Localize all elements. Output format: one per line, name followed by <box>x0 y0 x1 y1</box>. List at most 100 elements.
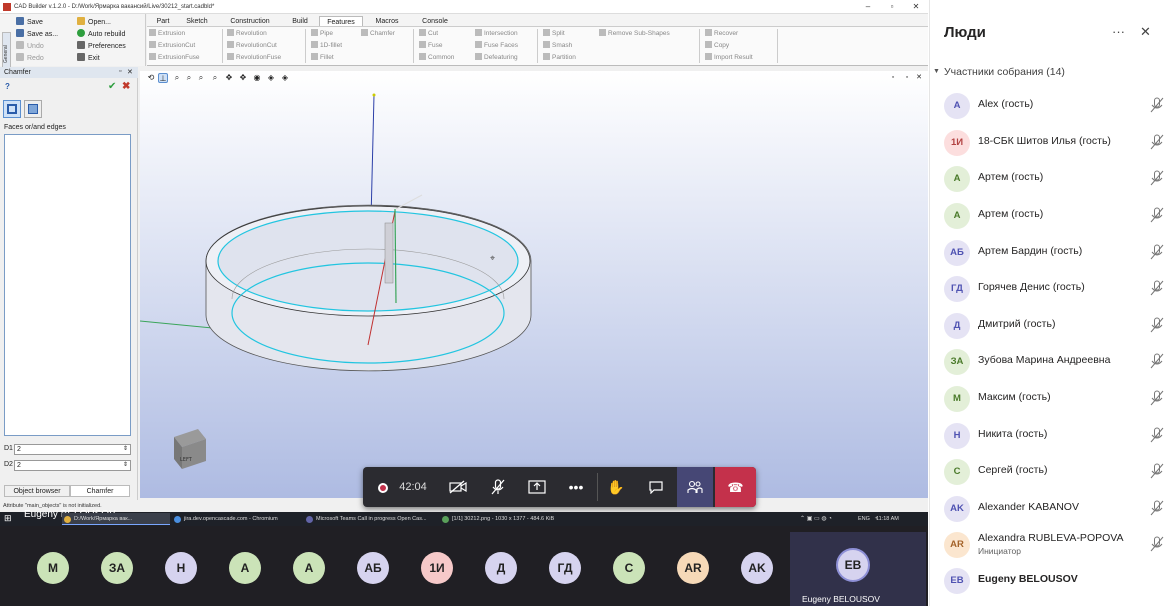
remove-subshapes-button[interactable]: Remove Sub-Shapes <box>599 29 670 39</box>
participant-row[interactable]: AK Alexander KABANOV <box>944 494 1164 522</box>
tray-icons[interactable]: ⌃ ▣ ▭ ◍ ◔ <box>800 512 832 526</box>
more-actions-button[interactable]: ••• <box>561 467 591 507</box>
extrusion-button[interactable]: Extrusion <box>149 29 185 39</box>
iso-view-icon[interactable]: ◈ <box>266 73 276 83</box>
more-options-icon[interactable]: ··· <box>1112 24 1125 39</box>
recover-button[interactable]: Recover <box>705 29 738 39</box>
3d-viewport[interactable]: ⌖ LEFT <box>139 71 928 498</box>
participants-button[interactable] <box>677 467 713 507</box>
panel-close-icon[interactable]: ✕ <box>127 68 133 76</box>
participant-row[interactable]: АБ Артем Бардин (гость) <box>944 238 1164 266</box>
participant-avatar[interactable]: Н <box>165 552 197 584</box>
pan-icon[interactable]: ✥ <box>224 73 234 83</box>
chat-button[interactable] <box>641 467 671 507</box>
participant-avatar[interactable]: С <box>613 552 645 584</box>
revolution-button[interactable]: Revolution <box>227 29 267 39</box>
taskbar-chromium[interactable]: jira.dev.opencascade.com - Chromium <box>172 513 302 525</box>
extrusion-fuse-button[interactable]: ExtrusionFuse <box>149 53 200 63</box>
copy-button[interactable]: Copy <box>705 41 729 51</box>
partition-button[interactable]: Partition <box>543 53 576 63</box>
zoom-window-icon[interactable]: ⌕ <box>184 73 194 83</box>
chamfer-button[interactable]: Chamfer <box>361 29 395 39</box>
raise-hand-button[interactable]: ✋ <box>601 467 631 507</box>
cancel-x-icon[interactable]: ✖ <box>122 81 130 92</box>
fillet-1d-button[interactable]: 1D-fillet <box>311 41 342 51</box>
participant-row[interactable]: ЗА Зубова Марина Андреевна <box>944 347 1164 375</box>
taskbar-image-viewer[interactable]: [1/1] 30212.png - 1030 x 1377 - 484.6 Ki… <box>440 513 572 525</box>
participant-row[interactable]: А Артем (гость) <box>944 201 1164 229</box>
tab-object-browser[interactable]: Object browser <box>4 485 70 497</box>
close-window-button[interactable]: ✕ <box>904 0 928 14</box>
participant-row[interactable]: A Alex (гость) <box>944 91 1164 119</box>
participant-row[interactable]: ГД Горячев Денис (гость) <box>944 274 1164 302</box>
zoom-icon[interactable]: ⌕ <box>172 73 182 83</box>
view-cube[interactable] <box>174 429 206 469</box>
close-panel-icon[interactable]: ✕ <box>1140 24 1151 40</box>
participant-row-self[interactable]: EB Eugeny BELOUSOV <box>944 566 1164 594</box>
participant-avatar[interactable]: А <box>293 552 325 584</box>
section-header[interactable]: Участники собрания (14) <box>944 66 1065 78</box>
cut-button[interactable]: Cut <box>419 29 438 39</box>
save-button[interactable]: Save <box>16 17 43 28</box>
camera-toggle-button[interactable] <box>443 467 473 507</box>
participant-avatar[interactable]: ЗА <box>101 552 133 584</box>
taskbar-explorer[interactable]: D:/Work/Ярмарка вак... <box>62 513 170 525</box>
fit-all-icon[interactable]: ⟲ <box>146 73 156 83</box>
fillet-button[interactable]: Fillet <box>311 53 334 63</box>
participant-avatar[interactable]: М <box>37 552 69 584</box>
self-video-tile[interactable]: EB Eugeny BELOUSOV <box>790 532 926 606</box>
participant-avatar[interactable]: AR <box>677 552 709 584</box>
participant-avatar[interactable]: ГД <box>549 552 581 584</box>
exit-button[interactable]: Exit <box>77 53 100 64</box>
participant-avatar[interactable]: А <box>229 552 261 584</box>
open-button[interactable]: Open... <box>77 17 111 28</box>
participant-row[interactable]: Н Никита (гость) <box>944 421 1164 449</box>
revolution-fuse-button[interactable]: RevolutionFuse <box>227 53 281 63</box>
participant-row[interactable]: М Максим (гость) <box>944 384 1164 412</box>
d1-spinbox[interactable]: 2 ⇕ <box>14 444 131 455</box>
section-collapse-icon[interactable]: ▼ <box>933 68 940 75</box>
participant-avatar[interactable]: Д <box>485 552 517 584</box>
language-indicator[interactable]: ENG <box>858 512 870 526</box>
apply-check-icon[interactable]: ✔ <box>108 81 116 92</box>
select-edges-button[interactable] <box>3 100 21 118</box>
common-button[interactable]: Common <box>419 53 454 63</box>
viewport-max-icon[interactable]: ▫ <box>902 73 912 83</box>
shading-icon[interactable]: ◉ <box>252 73 262 83</box>
share-screen-button[interactable] <box>522 467 552 507</box>
viewport-restore-icon[interactable]: ▫ <box>888 73 898 83</box>
zoom-in-icon[interactable]: ⌕ <box>196 73 206 83</box>
import-result-button[interactable]: Import Result <box>705 53 753 63</box>
intersection-button[interactable]: Intersection <box>475 29 518 39</box>
participant-row[interactable]: С Сергей (гость) <box>944 457 1164 485</box>
zoom-out-icon[interactable]: ⌕ <box>210 73 220 83</box>
d2-spinbox[interactable]: 2 ⇕ <box>14 460 131 471</box>
fuse-faces-button[interactable]: Fuse Faces <box>475 41 518 51</box>
select-faces-button[interactable] <box>24 100 42 118</box>
participant-row[interactable]: А Артем (гость) <box>944 164 1164 192</box>
participant-avatar[interactable]: AK <box>741 552 773 584</box>
rotate-icon[interactable]: ✥ <box>238 73 248 83</box>
help-icon[interactable]: ? <box>5 82 10 91</box>
participant-row-organizer[interactable]: AR Alexandra RUBLEVA-POPOVA Инициатор <box>944 530 1164 560</box>
save-as-button[interactable]: Save as... <box>16 29 58 40</box>
split-button[interactable]: Split <box>543 29 565 39</box>
minimize-button[interactable]: – <box>856 0 880 14</box>
fuse-button[interactable]: Fuse <box>419 41 442 51</box>
taskbar-teams[interactable]: Microsoft Teams Call in progress Open Ca… <box>304 513 438 525</box>
panel-float-icon[interactable]: ▫ <box>119 68 121 75</box>
mic-toggle-button[interactable] <box>483 467 513 507</box>
auto-rebuild-toggle[interactable]: Auto rebuild <box>77 29 125 40</box>
undo-button[interactable]: Undo <box>16 41 44 52</box>
smash-button[interactable]: Smash <box>543 41 572 51</box>
maximize-button[interactable]: ▫ <box>880 0 904 14</box>
pipe-button[interactable]: Pipe <box>311 29 333 39</box>
front-view-icon[interactable]: ◈ <box>280 73 290 83</box>
defeaturing-button[interactable]: Defeaturing <box>475 53 518 63</box>
tab-chamfer-panel[interactable]: Chamfer <box>70 485 130 497</box>
hang-up-button[interactable]: ☎ <box>715 467 756 507</box>
axis-view-icon[interactable]: ⊥ <box>158 73 168 83</box>
extrusion-cut-button[interactable]: ExtrusionCut <box>149 41 195 51</box>
participant-row[interactable]: 1И 18-СБК Шитов Илья (гость) <box>944 128 1164 156</box>
faces-edges-list[interactable] <box>4 134 131 436</box>
